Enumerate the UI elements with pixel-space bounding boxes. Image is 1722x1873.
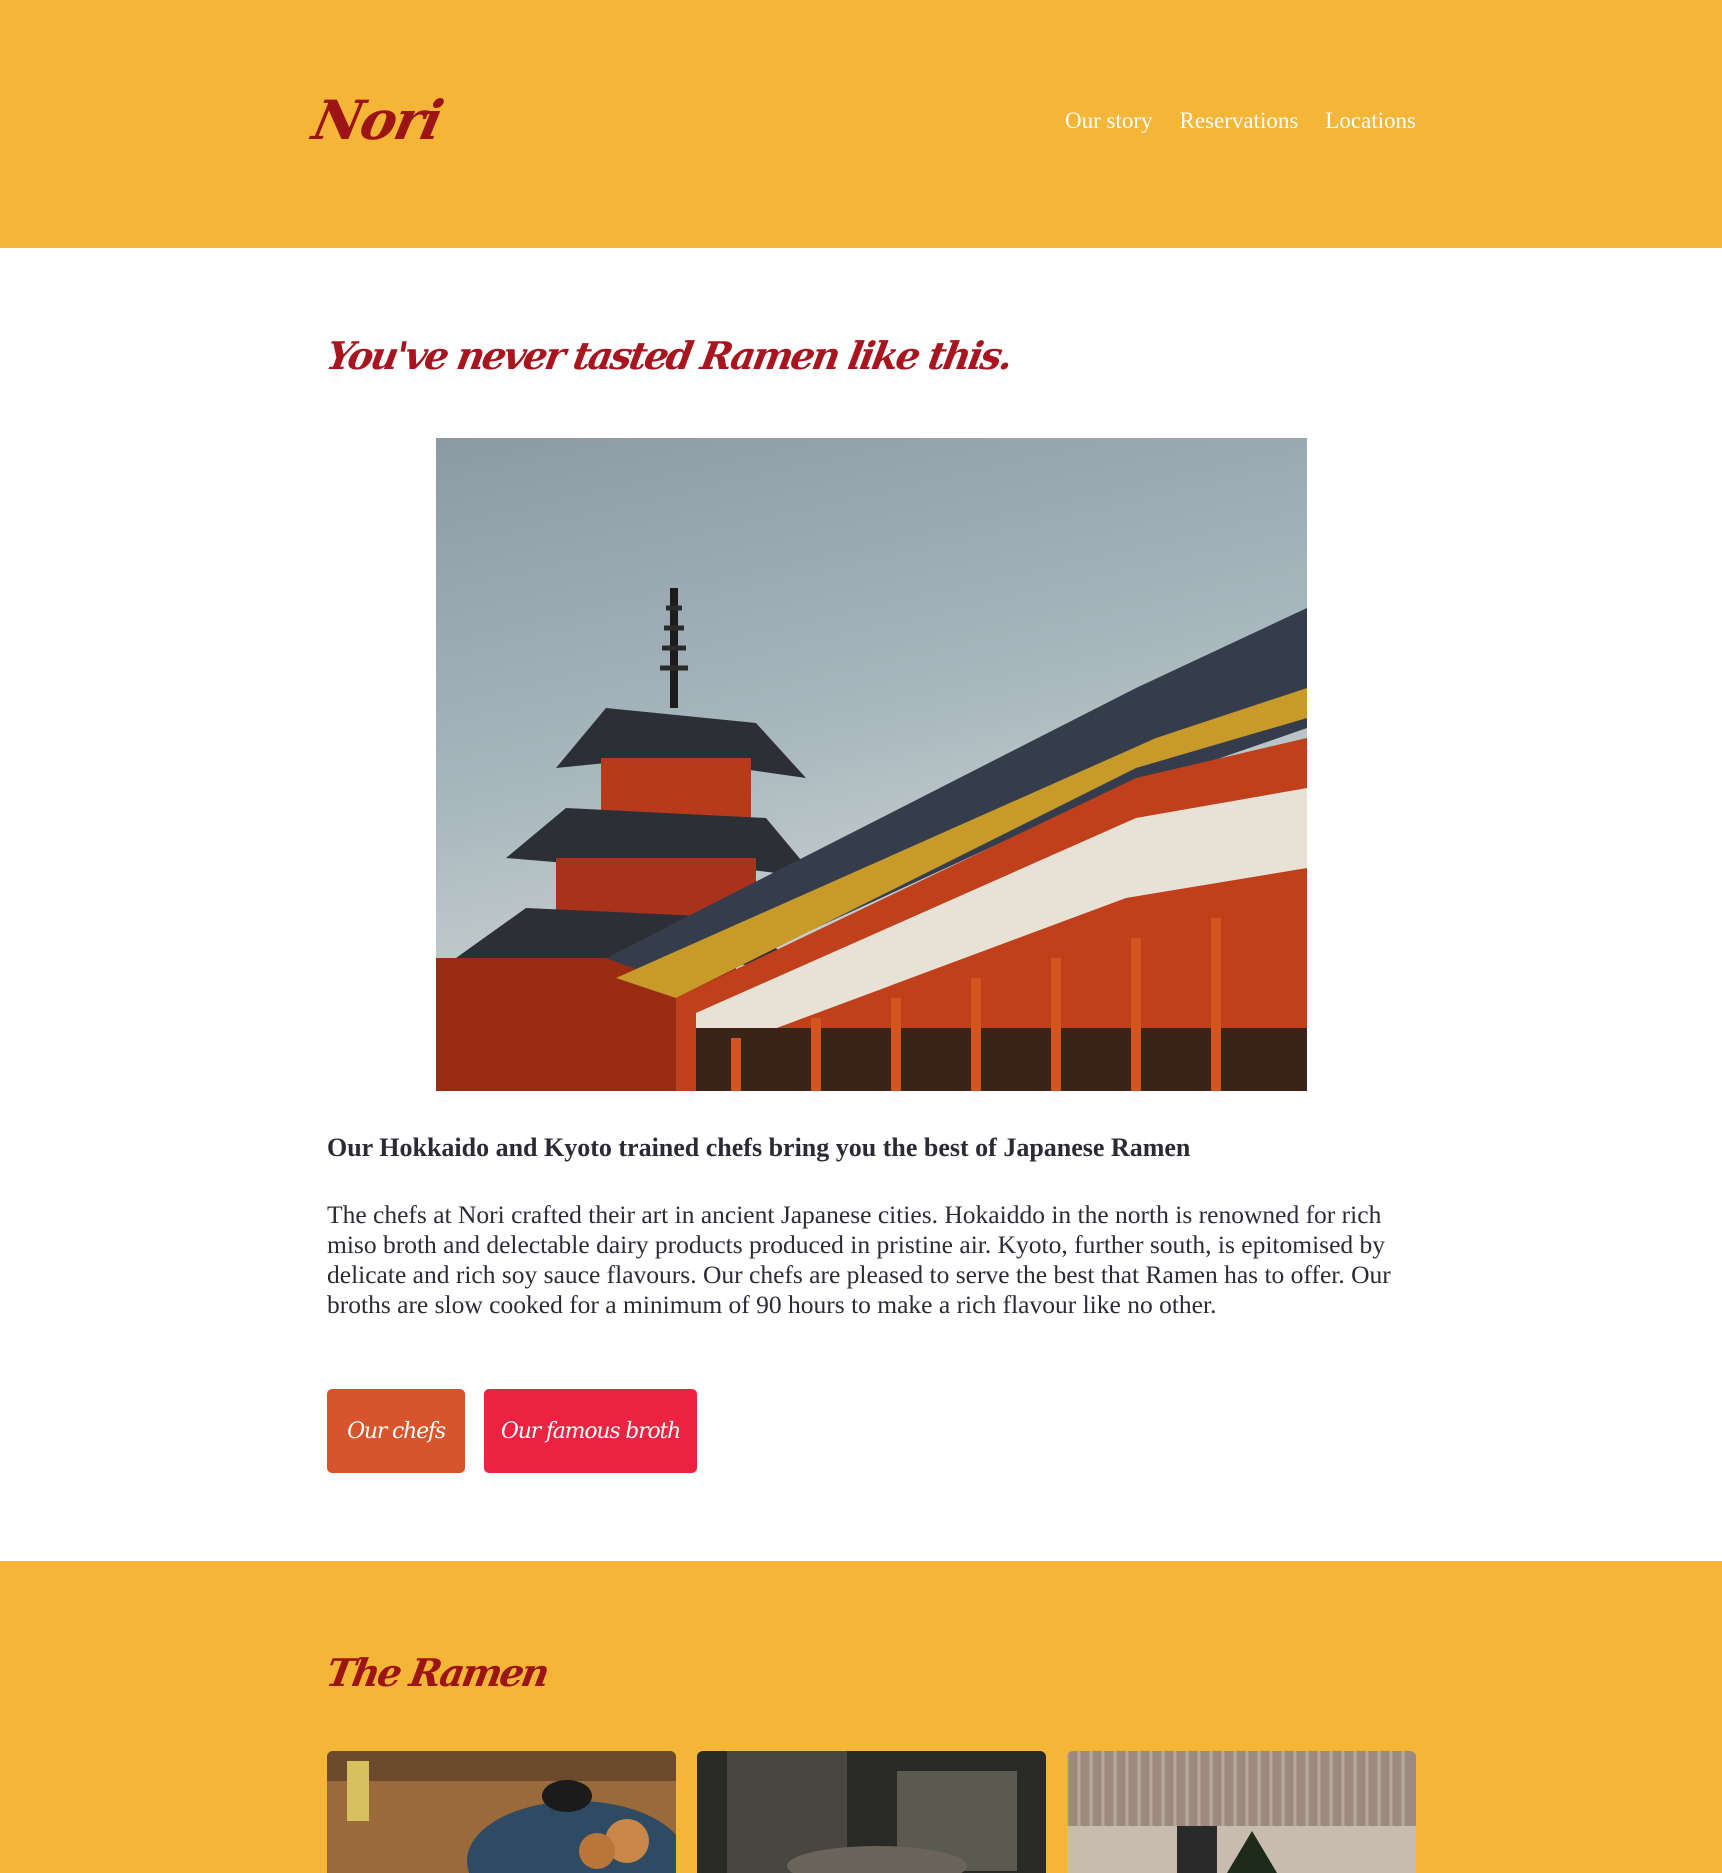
logo[interactable]: Nori: [307, 88, 447, 152]
site-header: Nori Our story Reservations Locations: [0, 0, 1722, 248]
nav-reservations[interactable]: Reservations: [1179, 108, 1298, 134]
nav-our-story[interactable]: Our story: [1065, 108, 1153, 134]
ramen-section-title: The Ramen: [323, 1650, 551, 1695]
hero-body-text: The chefs at Nori crafted their art in a…: [327, 1200, 1391, 1319]
ramen-card-image[interactable]: [327, 1751, 676, 1873]
ramen-card-image[interactable]: [1067, 1751, 1416, 1873]
our-chefs-button[interactable]: Our chefs: [327, 1389, 465, 1473]
hero-temple-image: [436, 438, 1307, 1091]
nav-locations[interactable]: Locations: [1325, 108, 1416, 134]
main-nav: Our story Reservations Locations: [1065, 108, 1416, 134]
our-famous-broth-button[interactable]: Our famous broth: [484, 1389, 697, 1473]
hero-subheading: Our Hokkaido and Kyoto trained chefs bri…: [327, 1133, 1191, 1162]
hero-title: You've never tasted Ramen like this.: [323, 333, 1015, 378]
ramen-card-image[interactable]: [697, 1751, 1046, 1873]
